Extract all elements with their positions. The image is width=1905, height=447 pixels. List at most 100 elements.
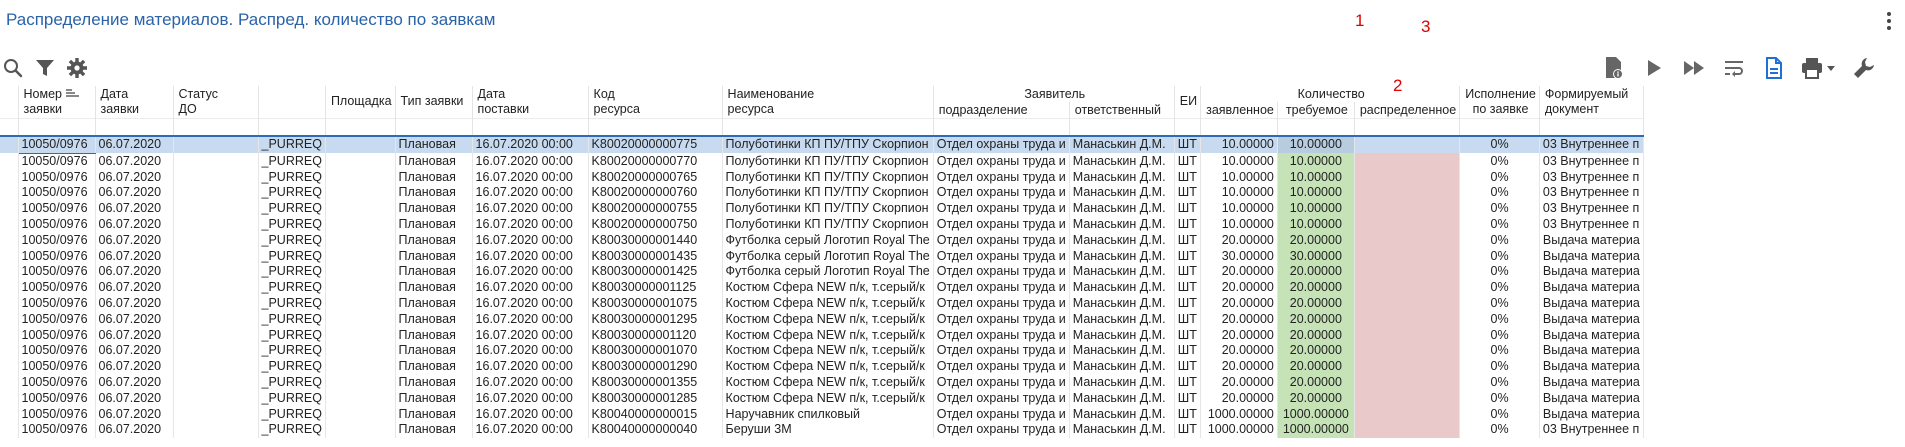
cell-delivery-date[interactable]: 16.07.2020 00:00 [472,359,589,375]
cell-responsible[interactable]: Манаськин Д.М. [1069,201,1175,217]
cell-site[interactable] [325,264,396,281]
sort-ascending-icon[interactable] [66,88,80,98]
cell-site[interactable] [325,185,396,202]
cell-department[interactable]: Отдел охраны труда и [933,201,1070,217]
cell-execution[interactable]: 0% [1459,327,1540,344]
cell-blank[interactable]: _PURREQ [258,343,326,360]
cell-request-date[interactable]: 06.07.2020 [95,169,174,186]
cell-document[interactable]: Выдача материа [1539,248,1644,265]
row-indicator[interactable] [0,422,19,439]
wrench-icon[interactable] [1851,55,1877,81]
cell-blank[interactable]: _PURREQ [258,201,326,217]
cell-responsible[interactable]: Манаськин Д.М. [1069,185,1175,202]
header-request-type[interactable]: Тип заявки [395,86,473,119]
cell-blank[interactable]: _PURREQ [258,169,326,186]
filter-cell[interactable] [588,118,723,137]
cell-execution[interactable]: 0% [1459,359,1540,375]
cell-status[interactable] [173,422,259,439]
cell-execution[interactable]: 0% [1459,248,1540,265]
table-row[interactable]: 10050/0976 06.07.2020 _PURREQ Плановая 16.07… [0,311,1644,328]
cell-request-number[interactable]: 10050/0976 [18,295,96,312]
cell-distributed[interactable] [1354,374,1461,391]
cell-distributed[interactable] [1354,153,1461,170]
cell-distributed[interactable] [1354,185,1461,202]
cell-declared[interactable]: 10.00000 [1200,136,1278,154]
cell-blank[interactable]: _PURREQ [258,390,326,407]
cell-resource-name[interactable]: Костюм Сфера NEW п/к, т.серый/к [722,327,934,344]
cell-status[interactable] [173,248,259,265]
cell-declared[interactable]: 10.00000 [1200,153,1278,170]
cell-delivery-date[interactable]: 16.07.2020 00:00 [472,248,589,265]
cell-declared[interactable]: 20.00000 [1200,327,1278,344]
cell-resource-name[interactable]: Полуботинки КП ПУ/ТПУ Скорпион [722,153,934,170]
cell-document[interactable]: 03 Внутреннее п [1539,185,1644,202]
search-icon[interactable] [0,55,26,81]
header-resource-name[interactable]: Наименование ресурса [722,86,934,119]
cell-department[interactable]: Отдел охраны труда и [933,406,1070,423]
cell-responsible[interactable]: Манаськин Д.М. [1069,169,1175,186]
cell-department[interactable]: Отдел охраны труда и [933,153,1070,170]
cell-department[interactable]: Отдел охраны труда и [933,248,1070,265]
cell-delivery-date[interactable]: 16.07.2020 00:00 [472,169,589,186]
cell-document[interactable]: 03 Внутреннее п [1539,169,1644,186]
cell-department[interactable]: Отдел охраны труда и [933,311,1070,328]
cell-status[interactable] [173,280,259,296]
cell-status[interactable] [173,136,259,154]
cell-document[interactable]: Выдача материа [1539,232,1644,249]
cell-execution[interactable]: 0% [1459,311,1540,328]
table-row[interactable]: 10050/0976 06.07.2020 _PURREQ Плановая 16.07… [0,153,1644,170]
cell-status[interactable] [173,374,259,391]
cell-required[interactable]: 20.00000 [1277,359,1355,375]
cell-department[interactable]: Отдел охраны труда и [933,264,1070,281]
cell-required[interactable]: 10.00000 [1277,185,1355,202]
cell-resource-code[interactable]: K80020000000765 [588,169,723,186]
table-row[interactable]: 10050/0976 06.07.2020 _PURREQ Плановая 16.07… [0,374,1644,391]
fast-forward-icon[interactable] [1681,55,1707,81]
table-row[interactable]: 10050/0976 06.07.2020 _PURREQ Плановая 16.07… [0,248,1644,265]
cell-document[interactable]: 03 Внутреннее п [1539,422,1644,439]
cell-delivery-date[interactable]: 16.07.2020 00:00 [472,311,589,328]
cell-department[interactable]: Отдел охраны труда и [933,327,1070,344]
cell-unit[interactable]: ШТ [1174,406,1202,423]
cell-required[interactable]: 1000.00000 [1277,406,1355,423]
cell-request-type[interactable]: Плановая [395,343,473,360]
header-request-number[interactable]: Номер заявки [18,86,96,119]
cell-delivery-date[interactable]: 16.07.2020 00:00 [472,343,589,360]
cell-request-type[interactable]: Плановая [395,327,473,344]
filter-cell[interactable] [1459,118,1540,137]
cell-required[interactable]: 10.00000 [1277,153,1355,170]
table-row[interactable]: 10050/0976 06.07.2020 _PURREQ Плановая 16.07… [0,135,1644,154]
cell-unit[interactable]: ШТ [1174,248,1202,265]
cell-unit[interactable]: ШТ [1174,343,1202,360]
cell-request-number[interactable]: 10050/0976 [18,216,96,233]
cell-request-type[interactable]: Плановая [395,422,473,439]
cell-site[interactable] [325,295,396,312]
cell-request-type[interactable]: Плановая [395,153,473,170]
cell-delivery-date[interactable]: 16.07.2020 00:00 [472,422,589,439]
cell-unit[interactable]: ШТ [1174,185,1202,202]
table-row[interactable]: 10050/0976 06.07.2020 _PURREQ Плановая 16.07… [0,343,1644,360]
table-row[interactable]: 10050/0976 06.07.2020 _PURREQ Плановая 16.07… [0,185,1644,202]
header-distributed[interactable]: распределенное [1354,102,1461,119]
filter-cell[interactable] [18,118,96,137]
cell-required[interactable]: 20.00000 [1277,327,1355,344]
cell-status[interactable] [173,201,259,217]
cell-distributed[interactable] [1354,216,1461,233]
cell-site[interactable] [325,422,396,439]
cell-resource-name[interactable]: Беруши 3М [722,422,934,439]
cell-department[interactable]: Отдел охраны труда и [933,359,1070,375]
cell-request-type[interactable]: Плановая [395,216,473,233]
cell-resource-name[interactable]: Полуботинки КП ПУ/ТПУ Скорпион [722,201,934,217]
cell-site[interactable] [325,153,396,170]
cell-distributed[interactable] [1354,248,1461,265]
wrap-icon[interactable] [1721,55,1747,81]
cell-responsible[interactable]: Манаськин Д.М. [1069,295,1175,312]
cell-required[interactable]: 20.00000 [1277,374,1355,391]
cell-request-date[interactable]: 06.07.2020 [95,343,174,360]
cell-request-number[interactable]: 10050/0976 [18,422,96,439]
cell-unit[interactable]: ШТ [1174,264,1202,281]
cell-resource-code[interactable]: K80030000001125 [588,280,723,296]
cell-resource-code[interactable]: K80030000001070 [588,343,723,360]
cell-request-type[interactable]: Плановая [395,359,473,375]
header-resource-code[interactable]: Код ресурса [588,86,723,119]
